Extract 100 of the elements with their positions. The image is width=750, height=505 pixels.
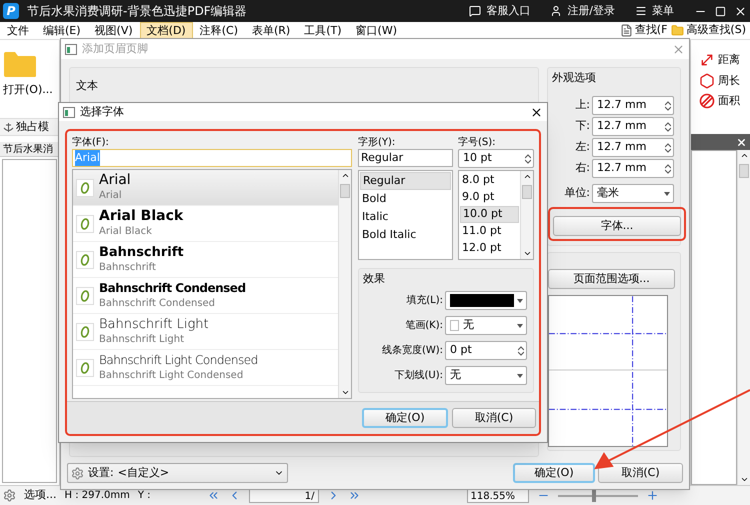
fill-color-dropdown[interactable] (445, 291, 527, 310)
dialog-title: 添加页眉页脚 (82, 40, 148, 57)
menu-item[interactable]: 文件 (0, 22, 36, 39)
last-page-icon[interactable] (348, 489, 361, 502)
margin-field[interactable]: 12.7 mm (592, 138, 674, 157)
title-action[interactable]: 客服入口 (469, 2, 530, 20)
menu-item[interactable]: 窗口(W) (348, 22, 404, 39)
hexagon-icon[interactable] (699, 72, 715, 89)
menu-item[interactable]: 视图(V) (88, 22, 140, 39)
color-swatch (450, 294, 514, 307)
margin-field[interactable]: 12.7 mm (592, 159, 674, 178)
menu-item[interactable]: 表单(R) (244, 22, 298, 39)
document-tab[interactable]: 节后水果消 (0, 142, 59, 157)
menu-item[interactable]: 注释(C) (192, 22, 245, 39)
ok-button[interactable]: 确定(O) (362, 408, 448, 428)
scroll-thumb[interactable] (340, 184, 350, 198)
size-list-item[interactable]: 12.0 pt (460, 240, 519, 257)
cancel-button[interactable]: 取消(C) (452, 408, 536, 428)
scroll-up-icon[interactable] (740, 151, 748, 160)
measure-tool[interactable]: 面积 (699, 93, 750, 110)
title-action[interactable]: 注册/登录 (550, 2, 615, 20)
margin-field[interactable]: 12.7 mm (592, 96, 674, 115)
margin-field[interactable]: 12.7 mm (592, 117, 674, 136)
size-list-item[interactable]: 8.0 pt (460, 172, 519, 189)
stroke-dropdown[interactable]: 无 (445, 316, 527, 335)
options-button[interactable]: 选项... (24, 487, 56, 504)
menu-item[interactable]: 文档(D) (140, 22, 193, 39)
close-icon[interactable] (734, 4, 747, 18)
zoom-in-icon[interactable] (646, 489, 659, 502)
size-field[interactable]: 10 pt (458, 149, 534, 168)
group-title: 外观选项 (551, 70, 597, 86)
caret-icon (517, 324, 523, 328)
window-icon (63, 106, 75, 118)
margin-label: 上: (575, 97, 590, 114)
font-list-item[interactable]: Bahnschrift Bahnschrift (73, 242, 338, 278)
diagonal-arrow-icon[interactable] (699, 52, 715, 68)
measure-tool[interactable]: 距离 (699, 52, 750, 68)
menu-item[interactable]: 工具(T) (297, 22, 349, 39)
cancel-button[interactable]: 取消(C) (598, 463, 683, 483)
font-list-item[interactable]: Arial Arial (73, 170, 338, 206)
font-sample: Arial Black (99, 224, 153, 238)
font-list-item[interactable]: Bahnschrift Condensed Bahnschrift Condensed (73, 278, 338, 314)
line-width-field[interactable]: 0 pt (445, 341, 527, 360)
caret-icon (517, 298, 523, 302)
scrollbar[interactable] (737, 150, 750, 485)
underline-label: 下划线(U): (394, 368, 443, 383)
maximize-icon[interactable] (715, 6, 726, 16)
measure-tool[interactable]: 周长 (699, 72, 750, 89)
ok-button[interactable]: 确定(O) (513, 463, 595, 483)
stroke-label: 笔画(K): (405, 319, 443, 333)
menu-item[interactable]: 编辑(E) (36, 22, 88, 39)
scroll-down-icon[interactable] (522, 249, 532, 258)
gear-icon[interactable] (3, 489, 16, 502)
margin-label: 右: (575, 160, 590, 176)
line-width-label: 线条宽度(W): (382, 344, 443, 358)
spinner-icon (665, 100, 671, 110)
anchor-icon (3, 122, 14, 132)
style-field[interactable]: Regular (358, 149, 453, 167)
scroll-thumb[interactable] (739, 164, 749, 178)
style-list-item[interactable]: Italic (360, 208, 451, 226)
scrollbar[interactable] (520, 171, 533, 259)
style-list-item[interactable]: Regular (360, 172, 451, 190)
exclusive-mode-label[interactable]: 独占模 (16, 118, 49, 136)
font-list-item[interactable]: Bahnschrift Light Condensed Bahnschrift Light Condensed (73, 350, 338, 386)
underline-dropdown[interactable]: 无 (445, 366, 527, 385)
scroll-down-icon[interactable] (740, 475, 748, 484)
close-icon[interactable] (736, 136, 747, 148)
page-range-button[interactable]: 页面范围选项... (548, 269, 675, 290)
caret-icon (517, 374, 523, 378)
group-title: 效果 (362, 271, 386, 287)
app-logo: P (3, 3, 19, 19)
unit-dropdown[interactable]: 毫米 (592, 184, 674, 203)
settings-dropdown[interactable]: 设置: <自定义> (67, 463, 288, 483)
font-name: Arial (99, 172, 131, 188)
font-list-item[interactable]: Arial Black Arial Black (73, 206, 338, 242)
size-list-item[interactable]: 9.0 pt (460, 189, 519, 206)
hatched-circle-icon[interactable] (699, 93, 715, 110)
font-list-item[interactable]: Bahnschrift Light Bahnschrift Light (73, 314, 338, 350)
font-type-icon (76, 178, 94, 196)
title-action[interactable]: 菜单 (635, 2, 674, 20)
advanced-find-button[interactable]: 高级查找(S) (686, 22, 746, 39)
scrollbar[interactable] (338, 170, 351, 398)
scroll-up-icon[interactable] (522, 172, 532, 181)
find-button[interactable]: 查找(F (634, 22, 668, 39)
size-list-item[interactable]: 10.0 pt (460, 206, 519, 223)
scroll-up-icon[interactable] (340, 171, 350, 180)
style-list-item[interactable]: Bold (360, 190, 451, 208)
font-button[interactable]: 字体... (553, 216, 681, 236)
scroll-down-icon[interactable] (340, 388, 350, 397)
size-list-item[interactable]: 11.0 pt (460, 223, 519, 240)
margin-label: 下: (575, 118, 590, 134)
style-list-item[interactable]: Bold Italic (360, 226, 451, 244)
open-button[interactable]: 打开(O)... (3, 82, 53, 98)
user-icon (550, 5, 562, 17)
document-icon[interactable] (620, 24, 633, 37)
scroll-thumb[interactable] (522, 185, 532, 199)
font-sample: Arial (99, 188, 123, 202)
y-readout: Y : (138, 489, 151, 503)
close-icon[interactable] (530, 106, 543, 118)
zoom-slider-thumb[interactable] (592, 490, 596, 502)
